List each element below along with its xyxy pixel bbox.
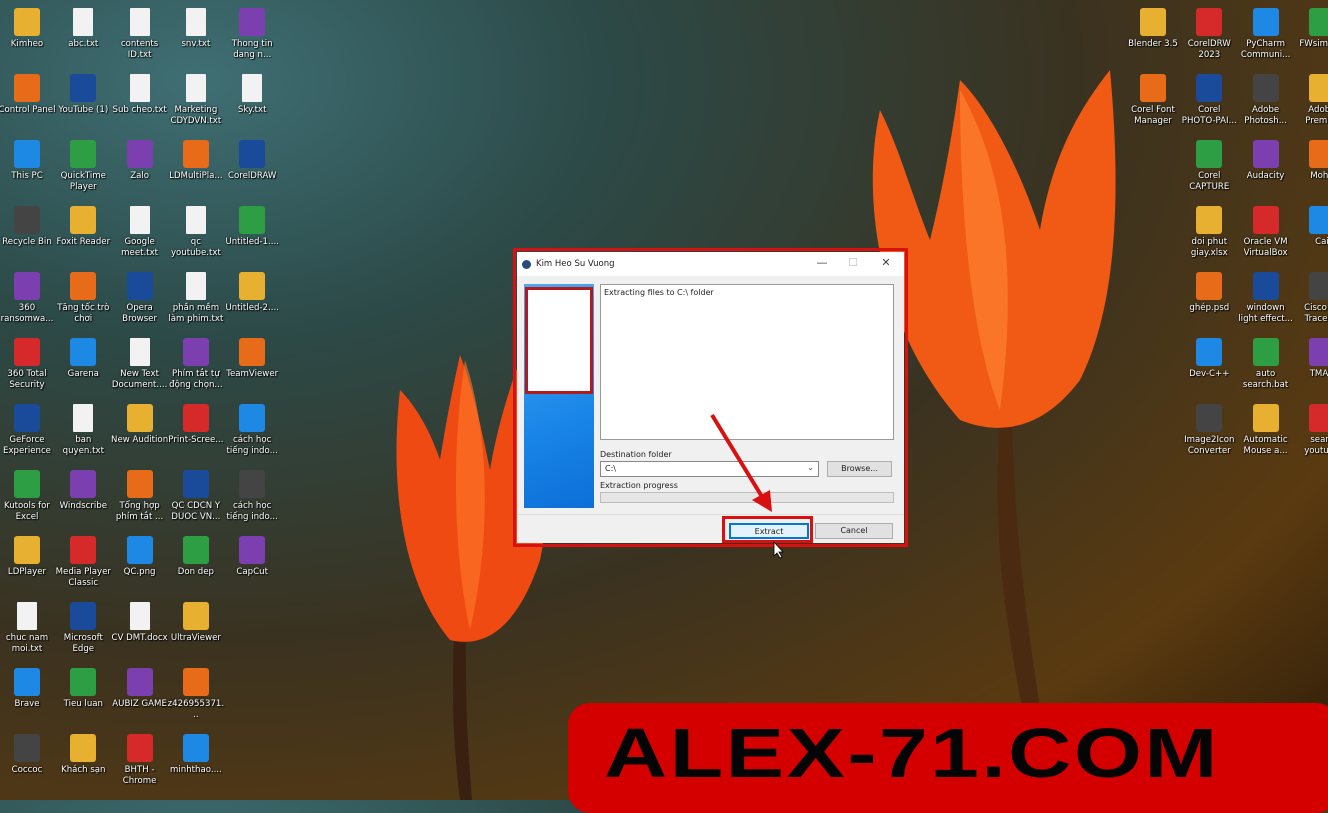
mouse-cursor-icon	[773, 540, 784, 559]
watermark-text: ALEX-71.COM	[604, 714, 1220, 792]
annotation-arrow	[710, 413, 784, 559]
watermark-banner: ALEX-71.COM	[568, 703, 1328, 813]
